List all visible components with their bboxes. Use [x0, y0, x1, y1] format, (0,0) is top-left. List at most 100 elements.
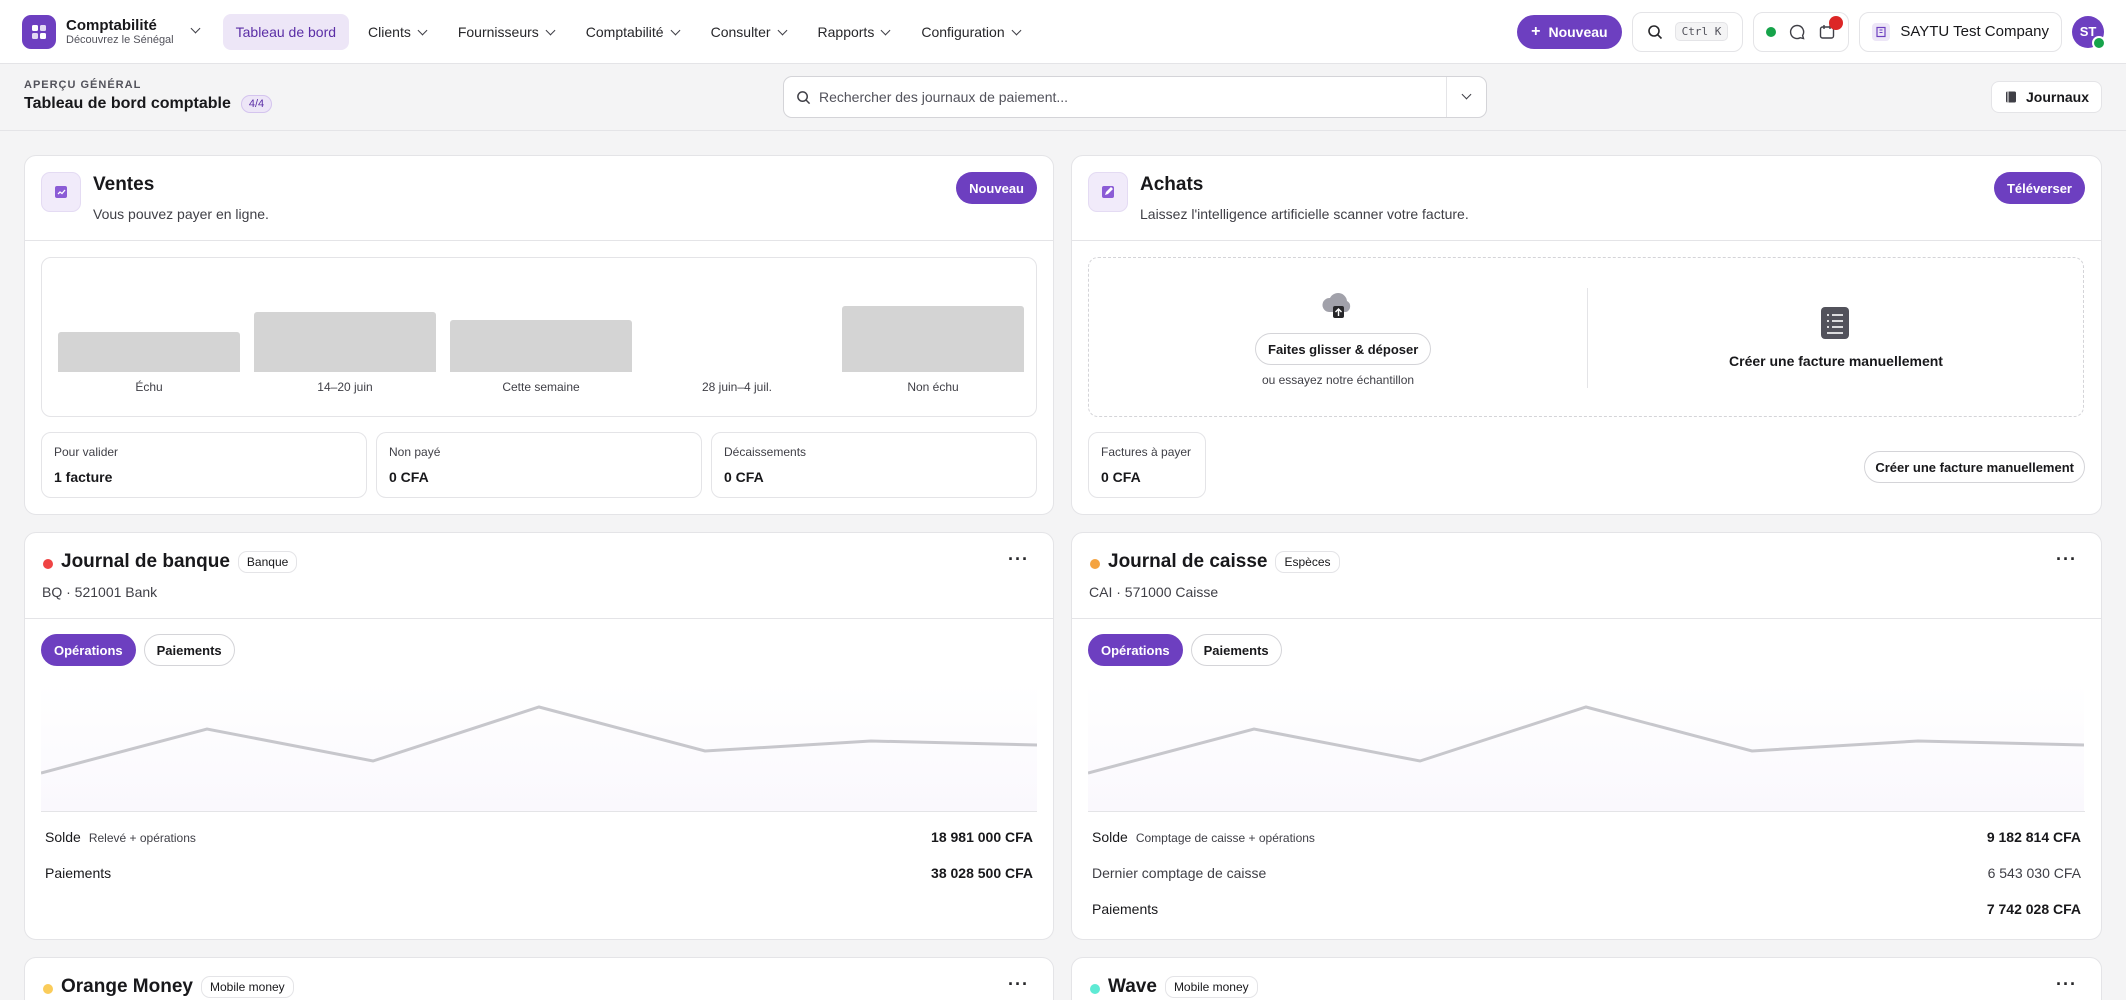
stat-unpaid[interactable]: Non payé 0 CFA: [376, 432, 702, 498]
aging-bar[interactable]: [450, 320, 632, 372]
stat-label: Non payé: [389, 445, 441, 459]
series-line: [40, 705, 1038, 775]
nav-accounting[interactable]: Comptabilité: [573, 14, 692, 50]
nav-suppliers[interactable]: Fournisseurs: [445, 14, 567, 50]
new-button[interactable]: + Nouveau: [1517, 14, 1622, 49]
cash-journal-chart: [1087, 683, 2085, 811]
nav-reports[interactable]: Rapports: [805, 14, 903, 50]
nav-clients[interactable]: Clients: [355, 14, 439, 50]
journal-title-text: Orange Money: [61, 976, 193, 997]
page-header: APERÇU GÉNÉRAL Tableau de bord comptable…: [0, 65, 2126, 131]
cloud-upload-icon: [1322, 293, 1351, 318]
nav-label: Clients: [368, 23, 411, 40]
journal-search-input[interactable]: [811, 89, 1446, 105]
more-options-icon[interactable]: ···: [1008, 974, 1029, 995]
balance-row: Solde Relevé + opérations 18 981 000 CFA: [45, 829, 1033, 845]
aging-bar[interactable]: [842, 306, 1024, 372]
new-sale-button[interactable]: Nouveau: [956, 172, 1037, 204]
nav-label: Fournisseurs: [457, 23, 539, 40]
sales-icon: [41, 172, 81, 212]
company-switcher[interactable]: SAYTU Test Company: [1859, 11, 2062, 52]
purchases-subtitle: Laissez l'intelligence artificielle scan…: [1140, 206, 1469, 222]
chevron-down-icon: [190, 23, 201, 34]
more-options-icon[interactable]: ···: [1008, 549, 1029, 570]
bank-journal-line-chart: [40, 705, 1038, 775]
chevron-down-icon: [1011, 25, 1022, 35]
aging-bar-label: Cette semaine: [502, 380, 580, 394]
plus-icon: +: [1531, 22, 1541, 40]
chat-icon[interactable]: [1788, 23, 1806, 41]
activity-icon[interactable]: 1: [1818, 15, 1844, 41]
sample-hint-link[interactable]: ou essayez notre échantillon: [1089, 373, 1587, 387]
cash-journal-title: Journal de caisse Espèces: [1108, 551, 1340, 573]
tab-operations[interactable]: Opérations: [41, 634, 136, 666]
app-switcher[interactable]: Comptabilité Découvrez le Sénégal: [22, 14, 201, 49]
chevron-down-icon: [777, 25, 787, 35]
last-count-value: 6 543 030 CFA: [1987, 865, 2081, 881]
journal-type-tag: Espèces: [1275, 551, 1340, 573]
new-button-label: Nouveau: [1548, 23, 1608, 40]
upload-area[interactable]: Faites glisser & déposer ou essayez notr…: [1089, 258, 1587, 418]
app-logo-icon: [22, 14, 56, 49]
balance-row: Solde Comptage de caisse + opérations 9 1…: [1092, 829, 2081, 845]
chevron-down-icon: [545, 25, 556, 35]
tab-payments[interactable]: Paiements: [1190, 634, 1282, 666]
aging-bar[interactable]: [58, 332, 240, 372]
nav-label: Configuration: [921, 23, 1005, 40]
user-avatar[interactable]: ST: [2072, 15, 2106, 50]
top-navigation-bar: Comptabilité Découvrez le Sénégal Tablea…: [0, 0, 2126, 64]
nav-consult[interactable]: Consulter: [698, 14, 799, 50]
nav-label: Rapports: [817, 23, 875, 40]
orange-money-title: Orange Money Mobile money: [61, 976, 294, 998]
aging-bar[interactable]: [254, 312, 436, 372]
chevron-down-icon: [670, 25, 681, 35]
journal-title-text: Journal de banque: [61, 551, 230, 572]
purchases-icon: [1088, 172, 1128, 212]
create-manual-invoice-button[interactable]: Créer une facture manuellement: [1864, 451, 2085, 483]
journal-color-dot: [43, 984, 53, 994]
stat-to-validate[interactable]: Pour valider 1 facture: [41, 432, 367, 498]
stat-label: Pour valider: [54, 445, 119, 459]
main-nav: Tableau de bord Clients Fournisseurs Com…: [222, 13, 1033, 50]
payments-row[interactable]: Paiements 7 742 028 CFA: [1092, 901, 2081, 917]
sales-title: Ventes: [93, 174, 155, 195]
journal-search: [783, 76, 1487, 118]
command-search-button[interactable]: Ctrl K: [1631, 11, 1744, 52]
online-status-icon: [1766, 26, 1777, 37]
divider: [1088, 811, 2085, 812]
nav-dashboard[interactable]: Tableau de bord: [222, 13, 350, 50]
notification-badge: 1: [1829, 15, 1844, 30]
journal-title-text: Wave: [1108, 976, 1157, 997]
payments-row[interactable]: Paiements 38 028 500 CFA: [45, 865, 1033, 881]
upload-button[interactable]: Téléverser: [1993, 172, 2085, 204]
page-overline: APERÇU GÉNÉRAL: [24, 79, 142, 91]
more-options-icon[interactable]: ···: [2056, 974, 2077, 995]
journal-color-dot: [43, 559, 53, 569]
company-name: SAYTU Test Company: [1900, 23, 2049, 40]
cash-journal-line-chart: [1087, 705, 2085, 775]
tab-payments[interactable]: Paiements: [143, 634, 235, 666]
stat-value: 1 facture: [54, 469, 113, 485]
drag-drop-button[interactable]: Faites glisser & déposer: [1255, 333, 1432, 365]
balance-value: 18 981 000 CFA: [931, 829, 1033, 845]
search-icon: [797, 90, 811, 104]
stat-label: Factures à payer: [1101, 445, 1192, 459]
journal-title-text: Journal de caisse: [1108, 551, 1268, 572]
stat-disbursements[interactable]: Décaissements 0 CFA: [711, 432, 1037, 498]
journals-button[interactable]: Journaux: [1990, 81, 2102, 113]
more-options-icon[interactable]: ···: [2056, 549, 2077, 570]
tab-operations[interactable]: Opérations: [1088, 634, 1183, 666]
stat-value: 0 CFA: [1101, 469, 1141, 485]
invoice-dropzone[interactable]: Faites glisser & déposer ou essayez notr…: [1088, 257, 2084, 417]
manual-invoice-option[interactable]: Créer une facture manuellement: [1587, 353, 2085, 369]
divider: [25, 618, 1053, 619]
nav-configuration[interactable]: Configuration: [908, 14, 1032, 50]
orange-money-journal-card: Orange Money Mobile money ···: [24, 957, 1054, 1000]
search-options-toggle[interactable]: [1446, 77, 1486, 117]
sales-aging-chart: Échu 14–20 juin Cette semaine 28 juin–4 jui…: [41, 257, 1037, 417]
aging-bar-label: Échu: [135, 380, 163, 394]
aging-bar-label: Non échu: [907, 380, 959, 394]
cash-journal-card: Journal de caisse Espèces CAI · 571000 C…: [1071, 532, 2102, 940]
stat-bills-to-pay[interactable]: Factures à payer 0 CFA: [1088, 432, 1206, 498]
aging-bar-label: 14–20 juin: [317, 380, 373, 394]
